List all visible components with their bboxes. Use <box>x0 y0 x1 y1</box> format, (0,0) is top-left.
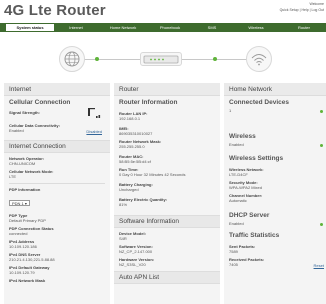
home-network-panel: Home Network Connected Devices 1 Wireles… <box>224 83 326 304</box>
welcome-text: Welcome <box>309 2 324 6</box>
imei-value: 869035310010027 <box>119 131 153 136</box>
pdp-info-label: PDP Information <box>9 187 41 192</box>
battery-level-value: 81% <box>119 202 128 207</box>
tab-wireless[interactable]: Wireless <box>238 23 274 32</box>
router-mac-value: 58:B5:5e:5B:d4:cf <box>119 159 151 164</box>
pdp-select[interactable]: PDN 1 ▾ <box>9 200 30 206</box>
network-mode-value: LTE <box>9 174 17 179</box>
tab-sms[interactable]: SMS <box>198 23 226 32</box>
sent-packets-value: 7589 <box>229 249 238 254</box>
main-nav: System status Internet Home Network Phon… <box>0 23 326 32</box>
wireless-settings-title: Wireless Settings <box>229 155 284 162</box>
router-icon[interactable] <box>140 52 182 66</box>
channel-value: Automatic <box>229 198 247 203</box>
internet-panel: Internet Cellular Connection Signal Stre… <box>4 83 110 304</box>
router-panel: Router Router Information Router LAN IP:… <box>114 83 220 304</box>
reset-link[interactable]: Reset <box>314 263 324 268</box>
dhcp-row: Enabled <box>224 221 326 229</box>
traffic-statistics-title: Traffic Statistics <box>229 232 280 239</box>
home-network-header: Home Network <box>224 83 326 96</box>
wireless-row: Enabled <box>224 142 326 150</box>
security-mode-value: WPA-WPA2 Mixed <box>229 185 262 190</box>
router-header: Router <box>114 83 220 96</box>
divider <box>9 183 105 184</box>
quick-links[interactable]: Quick Setup | Help | Log Out <box>280 8 324 12</box>
operator-value: CHN-UNICOM <box>9 161 36 166</box>
ipv4-mask-label: IPv4 Network Mask <box>9 278 46 283</box>
ipv4-gateway-value: 10.109.120.79 <box>9 270 35 275</box>
received-packets-value: 7405 <box>229 262 238 267</box>
pdp-status-value: connected <box>9 231 28 236</box>
internet-header: Internet <box>4 83 110 96</box>
dhcp-value: Enabled <box>229 221 244 226</box>
software-info-title: Software Information <box>114 215 220 228</box>
router-info-title: Router Information <box>119 99 178 106</box>
battery-charging-value: Uncharged <box>119 187 139 192</box>
status-diagram <box>0 32 326 90</box>
tab-phonebook[interactable]: Phonebook <box>150 23 190 32</box>
ipv4-dns-value: 210.21.4.130,221.5.88.88 <box>9 257 55 262</box>
pdp-select-value: PDN 1 <box>12 201 24 206</box>
wireless-value: Enabled <box>229 142 244 147</box>
connected-devices-title: Connected Devices <box>229 99 289 106</box>
wireless-title: Wireless <box>229 133 256 140</box>
status-dot <box>95 57 99 61</box>
auto-apn-title: Auto APN List <box>114 271 220 284</box>
software-version-value: NZ_CP_2.147.000 <box>119 249 153 254</box>
signal-bars-icon <box>88 107 102 125</box>
status-dot <box>320 110 323 113</box>
lan-ip-value: 192.168.0.1 <box>119 116 141 121</box>
device-model-value: S4R <box>119 236 127 241</box>
runtime-value: 0 Day 0 Hour 32 Minutes 42 Seconds <box>119 172 186 177</box>
tab-home-network[interactable]: Home Network <box>98 23 148 32</box>
received-packets-row: 7405 Reset <box>224 262 326 270</box>
tab-router[interactable]: Router <box>288 23 320 32</box>
chevron-down-icon: ▾ <box>24 201 27 206</box>
dhcp-server-title: DHCP Server <box>229 212 270 219</box>
page-title: 4G Lte Router <box>4 2 106 19</box>
ipv4-address-value: 10.109.120.186 <box>9 244 37 249</box>
signal-row: Signal Strength: <box>4 108 110 120</box>
connected-devices-row: 1 <box>224 108 326 116</box>
tab-internet[interactable]: Internet <box>60 23 92 32</box>
ssid-value: LTE-D4CF <box>229 172 248 177</box>
router-mask-value: 255.255.255.0 <box>119 144 145 149</box>
tab-system-status[interactable]: System status <box>5 23 55 32</box>
globe-icon[interactable] <box>59 46 85 72</box>
status-dot <box>320 223 323 226</box>
page-header: 4G Lte Router Welcome Quick Setup | Help… <box>0 0 326 22</box>
status-dot <box>213 57 217 61</box>
data-connectivity-row: Enabled Disabled <box>4 128 110 136</box>
hardware-version-value: NZ_S3SL_V20 <box>119 262 146 267</box>
pdp-type-value: Default Primary PDP <box>9 218 46 223</box>
connected-devices-value: 1 <box>229 108 232 113</box>
disable-data-link[interactable]: Disabled <box>86 129 102 134</box>
status-dot <box>320 144 323 147</box>
internet-connection-title: Internet Connection <box>4 140 110 153</box>
wifi-icon[interactable] <box>246 46 272 72</box>
